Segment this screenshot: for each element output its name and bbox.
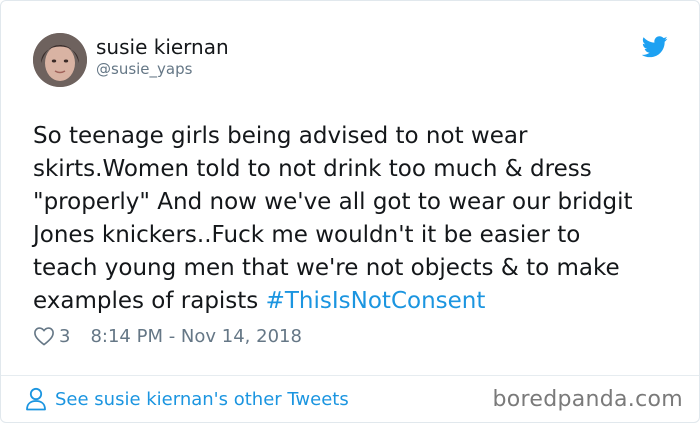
see-other-tweets-link[interactable]: See susie kiernan's other Tweets (25, 385, 349, 413)
heart-icon[interactable] (33, 326, 55, 346)
see-other-tweets-label: See susie kiernan's other Tweets (55, 388, 349, 410)
footer-divider (1, 375, 699, 376)
author-name[interactable]: susie kiernan (96, 35, 229, 59)
tweet-text: So teenage girls being advised to not we… (33, 120, 673, 318)
avatar-photo (33, 33, 87, 87)
like-count: 3 (59, 325, 71, 347)
tweet-meta: 3 8:14 PM - Nov 14, 2018 (33, 323, 302, 349)
tweet-body: So teenage girls being advised to not we… (33, 123, 633, 314)
hashtag-link[interactable]: #ThisIsNotConsent (266, 288, 486, 314)
avatar[interactable] (33, 33, 87, 87)
tweet-card: susie kiernan @susie_yaps So teenage gir… (0, 0, 700, 423)
author-handle[interactable]: @susie_yaps (96, 59, 192, 79)
person-icon (26, 387, 46, 411)
tweet-timestamp[interactable]: 8:14 PM - Nov 14, 2018 (90, 326, 301, 347)
twitter-bird-icon[interactable] (642, 36, 668, 58)
boredpanda-watermark: boredpanda.com (492, 387, 683, 412)
